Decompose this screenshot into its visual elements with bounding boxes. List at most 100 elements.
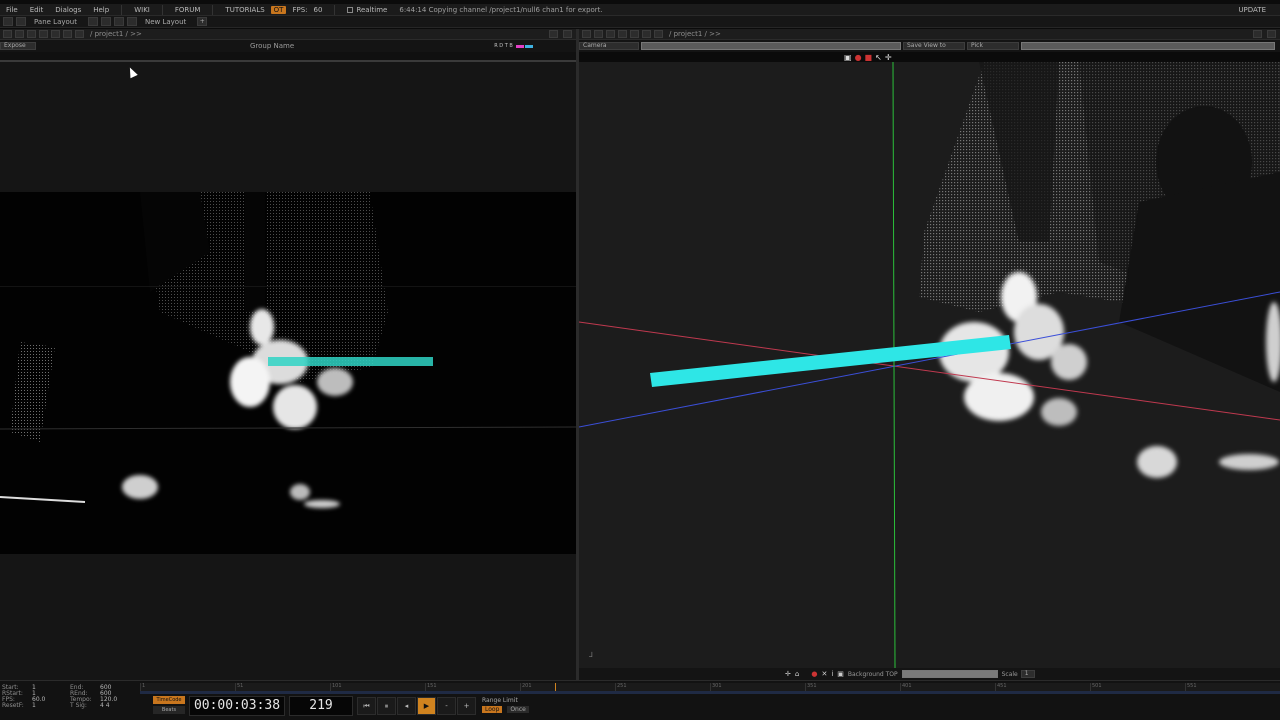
ruler-tick — [235, 683, 236, 691]
link-forum[interactable]: FORUM — [169, 6, 207, 14]
pane-icon[interactable] — [16, 17, 26, 26]
layout-split-icon[interactable] — [100, 17, 111, 26]
back-icon[interactable] — [63, 30, 72, 38]
link-tutorials[interactable]: TUTORIALS — [219, 6, 270, 14]
forward-icon[interactable] — [654, 30, 663, 38]
ruler-label: 1 — [142, 683, 146, 689]
maximize-icon[interactable] — [549, 30, 558, 38]
pick-select[interactable]: Pick — [967, 42, 1019, 50]
menu-help[interactable]: Help — [87, 6, 115, 14]
beam-overlay — [268, 357, 433, 366]
menu-dialogs[interactable]: Dialogs — [49, 6, 87, 14]
pause-icon[interactable]: ⏸ — [377, 697, 396, 715]
pane-menu-icon[interactable] — [582, 30, 591, 38]
stop-icon[interactable]: ■ — [865, 53, 873, 62]
record-icon[interactable]: ● — [811, 670, 817, 678]
loop-button[interactable]: Loop — [482, 706, 503, 713]
camera-path-field[interactable] — [641, 42, 901, 50]
ruler-tick — [330, 683, 331, 691]
plus-icon[interactable] — [39, 30, 48, 38]
scale-field[interactable]: 1 — [1020, 670, 1035, 678]
forward-icon[interactable] — [75, 30, 84, 38]
home-view-icon[interactable]: ⌂ — [795, 670, 799, 678]
timeline-track[interactable] — [140, 691, 1280, 694]
axis-gizmo-icon: ⅃ — [588, 651, 593, 659]
view-options-icon[interactable]: ▣ — [844, 53, 852, 62]
pane-icon[interactable] — [27, 30, 36, 38]
menu-edit[interactable]: Edit — [24, 6, 50, 14]
layout-split-icon[interactable] — [126, 17, 137, 26]
link-wiki[interactable]: WIKI — [128, 6, 156, 14]
home-icon[interactable] — [51, 30, 60, 38]
stop-icon[interactable] — [15, 30, 24, 38]
menu-bar: File Edit Dialogs Help WIKI FORUM TUTORI… — [0, 4, 1280, 16]
camera-select[interactable]: Camera — [579, 42, 639, 50]
timecode-display[interactable]: 00:00:03:38 — [189, 696, 285, 716]
menu-file[interactable]: File — [0, 6, 24, 14]
move-tool-icon[interactable]: ✛ — [785, 670, 791, 678]
step-forward-icon[interactable]: + — [457, 697, 476, 715]
range-limit: Range Limit Loop Once — [482, 697, 529, 713]
once-button[interactable]: Once — [507, 706, 529, 713]
record-icon[interactable]: ● — [855, 53, 862, 62]
top-viewer[interactable] — [0, 62, 576, 680]
select-tool-icon[interactable]: ↖ — [875, 53, 882, 62]
back-icon[interactable] — [642, 30, 651, 38]
new-layout-button[interactable]: New Layout — [137, 18, 194, 26]
play-icon[interactable]: ▶ — [417, 697, 436, 715]
fps-value: 60 — [313, 5, 323, 14]
plus-icon[interactable]: + — [197, 17, 208, 26]
ruler-tick — [900, 683, 901, 691]
tsig-label: T Sig: — [70, 702, 87, 709]
layout-split-icon[interactable] — [113, 17, 124, 26]
save-view-select[interactable]: Save View to — [903, 42, 965, 50]
timeline-bar: Start: 1 End: 600 RStart: 1 REnd: 600 FP… — [0, 680, 1280, 720]
pane-icon[interactable] — [606, 30, 615, 38]
geometry-viewer[interactable]: ⅃ — [579, 62, 1280, 668]
display-icon[interactable]: ▣ — [837, 670, 844, 678]
viewer-tools: ▣ ● ■ ↖ ✛ — [844, 52, 892, 62]
move-tool-icon[interactable]: ✛ — [885, 53, 892, 62]
update-button[interactable]: UPDATE — [1224, 6, 1280, 14]
ruler-tick — [520, 683, 521, 691]
stop-icon[interactable] — [594, 30, 603, 38]
home-icon[interactable] — [630, 30, 639, 38]
left-pane-path[interactable]: / project1 / >> — [90, 30, 142, 38]
left-pane-subheader: Expose Group Name R D T B — [0, 40, 576, 52]
realtime-checkbox[interactable] — [347, 6, 354, 13]
close-icon[interactable] — [1267, 30, 1276, 38]
plus-icon[interactable] — [618, 30, 627, 38]
pane-menu-icon[interactable] — [3, 30, 12, 38]
resetf-value[interactable]: 1 — [32, 703, 70, 709]
pane-layout-button[interactable]: Pane Layout — [26, 18, 85, 26]
left-pane-scrollbar[interactable] — [0, 52, 576, 62]
flag-color-swatch — [515, 44, 524, 48]
playhead[interactable] — [555, 683, 556, 691]
layout-toolbar: Pane Layout New Layout + — [0, 16, 1280, 28]
layout-split-icon[interactable] — [87, 17, 98, 26]
maximize-icon[interactable] — [1253, 30, 1262, 38]
ot-badge[interactable]: OT — [270, 5, 287, 14]
close-icon[interactable] — [563, 30, 572, 38]
step-back-icon[interactable]: ◂ — [397, 697, 416, 715]
delete-icon[interactable]: ✕ — [821, 670, 827, 678]
info-icon[interactable]: i — [831, 670, 833, 678]
frame-display[interactable]: 219 — [289, 696, 353, 716]
background-top-label: Background TOP — [847, 670, 898, 678]
background-top-field[interactable] — [901, 670, 998, 678]
tsig-value[interactable]: 4 4 — [100, 703, 138, 709]
stop-icon[interactable]: - — [437, 697, 456, 715]
layout-icon[interactable] — [3, 17, 13, 26]
timeline-ruler[interactable]: 1 51 101 151 201 251 301 351 401 451 501 551 — [140, 683, 1280, 691]
pane-window-controls — [1250, 30, 1276, 38]
rewind-to-start-icon[interactable]: ⏮ — [357, 697, 376, 715]
right-pane-path[interactable]: / project1 / >> — [669, 30, 721, 38]
beats-toggle[interactable]: Beats — [153, 706, 185, 714]
depth-image-view — [0, 192, 576, 554]
expose-field[interactable]: Expose — [0, 42, 36, 50]
ruler-label: 351 — [807, 683, 817, 689]
ruler-tick — [615, 683, 616, 691]
timecode-toggle[interactable]: TimeCode — [153, 696, 185, 704]
pick-value-field[interactable] — [1021, 42, 1275, 50]
ruler-tick — [805, 683, 806, 691]
